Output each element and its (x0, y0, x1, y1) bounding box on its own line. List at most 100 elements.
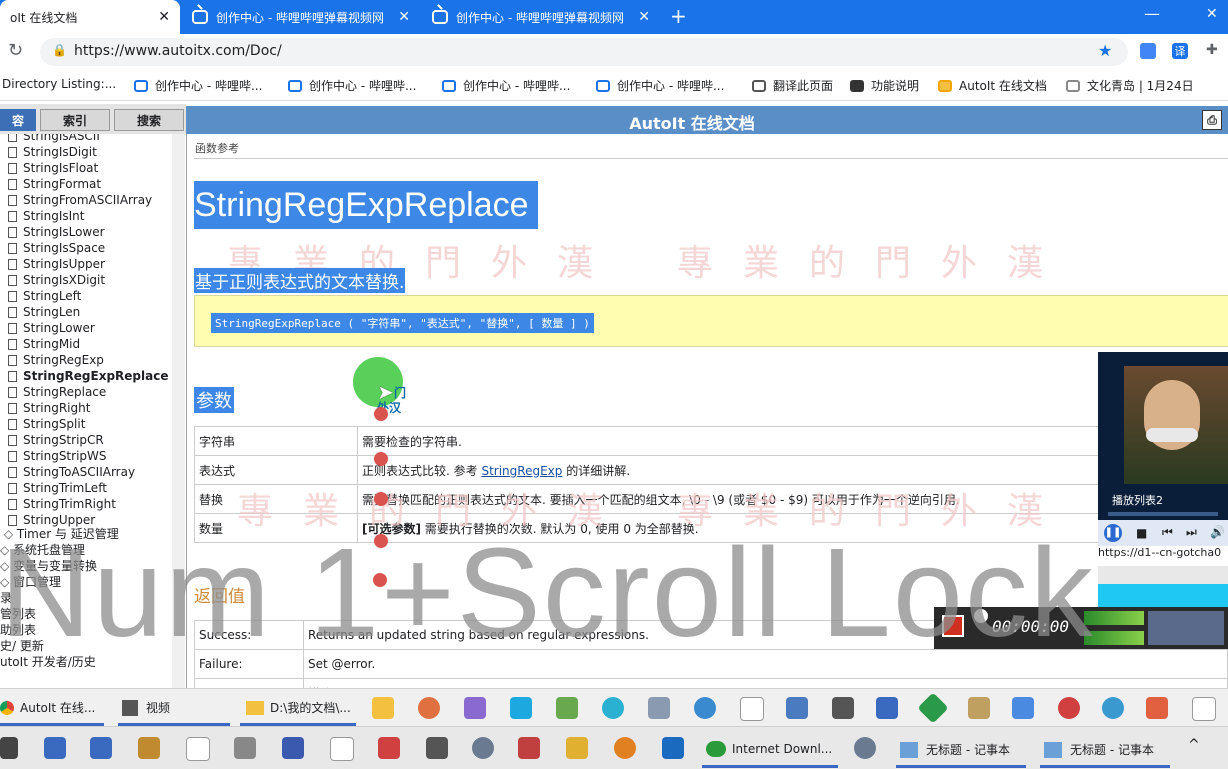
app-icon[interactable] (464, 697, 486, 719)
bookmark-bilibili-4[interactable]: 创作中心 - 哔哩哔... (596, 77, 724, 94)
app-icon[interactable] (1058, 697, 1080, 719)
app-icon[interactable] (378, 737, 400, 759)
stringregexp-link[interactable]: StringRegExp (481, 464, 562, 478)
extensions-icon[interactable]: ✚ (1206, 42, 1218, 58)
app-icon[interactable] (968, 697, 990, 719)
tree-item[interactable]: StringRight (0, 400, 168, 416)
tree-item[interactable]: StringMid (0, 336, 168, 352)
close-icon[interactable]: ✕ (398, 9, 410, 25)
taskbar-folder[interactable]: D:\我的文档\... (246, 699, 351, 716)
close-icon[interactable]: ✕ (158, 9, 170, 25)
bilibili-icon[interactable] (510, 697, 532, 719)
tree-item[interactable]: StringIsLower (0, 224, 168, 240)
tree-item[interactable]: StringLower (0, 320, 168, 336)
playlist-label[interactable]: 播放列表2 (1112, 492, 1163, 508)
taskbar-notepad-1[interactable]: 无标题 - 记事本 (900, 741, 1010, 758)
next-button[interactable]: ⏭ (1186, 525, 1197, 540)
app-icon[interactable] (1146, 697, 1168, 719)
search-icon[interactable] (614, 737, 636, 759)
print-icon[interactable]: ⎙ (1202, 110, 1222, 130)
app-icon[interactable] (44, 737, 66, 759)
tree-item[interactable]: StringTrimRight (0, 496, 168, 512)
tree-item[interactable]: StringRegExp (0, 352, 168, 368)
address-bar[interactable]: 🔒 https://www.autoitx.com/Doc/ ★ (40, 38, 1128, 66)
recorder-tools[interactable] (1148, 611, 1224, 645)
bookmark-bilibili-1[interactable]: 创作中心 - 哔哩哔... (134, 77, 262, 94)
app-icon[interactable] (518, 737, 540, 759)
prev-button[interactable]: ⏮ (1162, 525, 1173, 540)
bookmark-bilibili-3[interactable]: 创作中心 - 哔哩哔... (442, 77, 570, 94)
app-icon[interactable] (917, 692, 949, 724)
app-icon[interactable] (662, 737, 684, 759)
tree-item[interactable]: StringToASCIIArray (0, 464, 168, 480)
app-icon[interactable] (0, 737, 18, 759)
minimize-button[interactable]: — (1144, 4, 1160, 23)
close-icon[interactable]: ✕ (638, 9, 650, 25)
tree-item[interactable]: StringLeft (0, 288, 168, 304)
tree-item[interactable]: StringStripCR (0, 432, 168, 448)
tree-item[interactable]: StringReplace (0, 384, 168, 400)
tree-item[interactable]: StringStripWS (0, 448, 168, 464)
stop-button[interactable]: ■ (1136, 526, 1147, 540)
taskbar-video[interactable]: 视频 (122, 699, 170, 716)
app-icon[interactable] (566, 737, 588, 759)
tree-item[interactable]: StringIsSpace (0, 240, 168, 256)
tab-bilibili-1[interactable]: 创作中心 - 哔哩哔哩弹幕视频网 ✕ (182, 0, 420, 34)
app-icon[interactable] (602, 697, 624, 719)
globe-icon[interactable] (1102, 697, 1124, 719)
folder-icon[interactable] (372, 697, 394, 719)
bookmark-autoit[interactable]: AutoIt 在线文档 (938, 77, 1047, 94)
book-icon[interactable] (282, 737, 304, 759)
document-icon[interactable] (186, 737, 210, 761)
new-tab-button[interactable]: + (670, 4, 687, 28)
tab-bilibili-2[interactable]: 创作中心 - 哔哩哔哩弹幕视频网 ✕ (422, 0, 660, 34)
seek-bar[interactable] (1108, 512, 1218, 516)
tab-contents[interactable]: 容 (0, 109, 36, 131)
app-icon[interactable] (1012, 697, 1034, 719)
app-icon[interactable] (90, 737, 112, 759)
tree-item[interactable]: StringIsFloat (0, 160, 168, 176)
tab-autoit-docs[interactable]: oIt 在线文档 ✕ (0, 0, 180, 34)
tree-item[interactable]: StringSplit (0, 416, 168, 432)
document-icon[interactable] (1192, 697, 1216, 721)
bookmark-qingdao[interactable]: 文化青岛 | 1月24日 (1066, 77, 1194, 94)
app-icon[interactable] (694, 697, 716, 719)
volume-icon[interactable]: 🔊 (1210, 525, 1225, 539)
tray-arrow-icon[interactable]: ^ (1188, 737, 1200, 753)
tree-item[interactable]: StringRegExpReplace (0, 368, 168, 384)
app-icon[interactable] (648, 697, 670, 719)
app-icon[interactable] (786, 697, 808, 719)
taskbar-chrome[interactable]: AutoIt 在线... (0, 699, 95, 716)
taskbar-ie-download[interactable]: Internet Downl... (706, 741, 832, 757)
tree-item[interactable]: StringIsDigit (0, 144, 168, 160)
translate-extension-icon[interactable] (1140, 43, 1156, 59)
app-icon[interactable] (472, 737, 494, 759)
bookmark-translate[interactable]: 翻译此页面 (752, 77, 833, 94)
taskbar-notepad-2[interactable]: 无标题 - 记事本 (1044, 741, 1154, 758)
app-icon[interactable] (854, 737, 876, 759)
tree-item[interactable]: StringLen (0, 304, 168, 320)
app-icon[interactable] (876, 697, 898, 719)
tree-item[interactable]: StringFormat (0, 176, 168, 192)
close-window-button[interactable]: ✕ (1206, 6, 1218, 22)
document-icon[interactable] (740, 697, 764, 721)
tree-item[interactable]: StringIsUpper (0, 256, 168, 272)
tree-item[interactable]: StringIsASCII (0, 134, 168, 144)
bookmark-features[interactable]: 功能说明 (850, 77, 919, 94)
tree-item[interactable]: StringIsInt (0, 208, 168, 224)
tree-item[interactable]: StringIsXDigit (0, 272, 168, 288)
tree-item[interactable]: StringFromASCIIArray (0, 192, 168, 208)
reload-icon[interactable]: ↻ (8, 40, 23, 61)
document-icon[interactable] (330, 737, 354, 761)
calendar-icon[interactable] (234, 737, 256, 759)
translate-icon[interactable]: 译 (1172, 43, 1188, 59)
tab-index[interactable]: 索引 (40, 109, 110, 131)
app-icon[interactable] (832, 697, 854, 719)
star-icon[interactable]: ★ (1098, 41, 1112, 60)
player-scrollbar[interactable] (1098, 566, 1228, 584)
pause-button[interactable]: ❚❚ (1104, 524, 1122, 542)
app-icon[interactable] (556, 697, 578, 719)
bookmark-directory-listing[interactable]: Directory Listing:... (2, 77, 116, 91)
film-icon[interactable] (426, 737, 448, 759)
bookmark-bilibili-2[interactable]: 创作中心 - 哔哩哔... (288, 77, 416, 94)
